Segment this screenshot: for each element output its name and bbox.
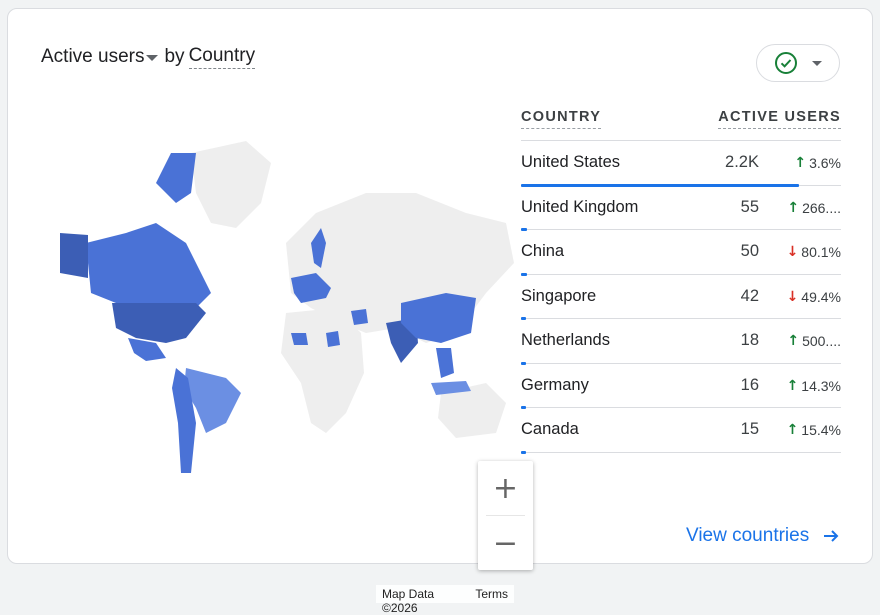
zoom-control: + − [478,461,533,570]
change-indicator: ↑ 3.6% [779,155,841,171]
arrow-down-icon: ↓ [786,244,799,260]
active-users-value: 42 [740,286,759,305]
active-users-value: 15 [740,420,759,438]
view-countries-link[interactable]: View countries [686,525,841,547]
share-bar [521,450,526,454]
table-row[interactable]: Singapore 42 ↓ 49.4% [521,275,841,320]
change-value: 266.... [802,199,841,216]
table-row[interactable]: United Kingdom 55 ↑ 266.... [521,186,841,231]
column-header-active-users[interactable]: ACTIVE USERS [718,109,841,129]
arrow-up-icon: ↑ [786,377,799,394]
change-indicator: ↑ 15.4% [779,422,841,438]
chevron-down-icon [812,60,822,66]
country-name: Netherlands [521,331,610,349]
by-label: by [164,46,185,67]
table-row[interactable]: Netherlands 18 ↑ 500.... [521,319,841,365]
table-row[interactable]: China 50 ↓ 80.1% [521,230,841,276]
country-name: United States [521,153,621,171]
zoom-in-button[interactable]: + [478,461,533,515]
country-southeast-asia [436,348,454,378]
active-users-by-country-card: Active users by Country + − Map Data ©20… [7,8,873,615]
status-dropdown-button[interactable] [756,44,840,82]
change-value: 80.1% [801,244,841,260]
country-name: Singapore [521,286,597,305]
zoom-out-button[interactable]: − [478,516,533,570]
country-united-states [112,303,206,343]
change-indicator: ↑ 266.... [779,200,841,216]
change-value: 15.4% [801,422,841,438]
country-alaska [60,233,88,278]
change-value: 14.3% [801,377,841,394]
arrow-up-icon: ↑ [787,199,800,216]
country-table: COUNTRY ACTIVE USERS United States 2.2K … [521,109,841,454]
country-canada-islands [156,153,196,203]
country-africa-east [326,331,340,347]
arrow-up-icon: ↑ [794,155,807,171]
arrow-down-icon: ↓ [786,288,799,305]
active-users-value: 55 [740,197,759,216]
change-value: 3.6% [809,155,841,171]
arrow-right-icon [824,530,839,542]
caret-down-icon [146,55,159,61]
view-countries-label: View countries [686,525,810,546]
change-indicator: ↓ 49.4% [779,289,841,305]
landmass-africa [281,308,364,433]
table-header: COUNTRY ACTIVE USERS [521,109,841,141]
landmass-greenland [191,141,271,228]
active-users-value: 50 [740,242,759,260]
card-title: Active users by Country [41,45,256,69]
table-row[interactable]: United States 2.2K ↑ 3.6% [521,141,841,187]
change-indicator: ↑ 500.... [779,333,841,349]
country-name: China [521,242,565,260]
check-circle-icon [775,52,797,74]
column-header-country[interactable]: COUNTRY [521,109,602,129]
change-indicator: ↑ 14.3% [779,378,841,394]
country-name: Canada [521,420,579,438]
world-map[interactable]: + − Map Data ©2026 Terms [46,133,533,615]
table-row[interactable]: Canada 15 ↑ 15.4% [521,408,841,454]
active-users-value: 18 [740,331,759,349]
country-name: Germany [521,375,589,394]
arrow-up-icon: ↑ [786,422,799,438]
metric-selector[interactable]: Active users [41,46,164,68]
arrow-up-icon: ↑ [787,333,800,349]
map-data-label: Map Data ©2026 [382,587,435,615]
country-canada [86,223,211,308]
terms-link[interactable]: Terms [475,587,508,601]
map-attribution: Map Data ©2026 Terms [376,585,514,615]
change-value: 49.4% [801,288,841,305]
metric-label: Active users [41,46,145,67]
active-users-value: 16 [740,375,759,394]
country-name: United Kingdom [521,197,639,216]
change-indicator: ↓ 80.1% [779,244,841,260]
country-middle-east [351,309,368,325]
world-map-svg [60,141,514,473]
change-value: 500.... [802,333,841,349]
table-row[interactable]: Germany 16 ↑ 14.3% [521,364,841,409]
dimension-label[interactable]: Country [188,45,256,69]
active-users-value: 2.2K [725,153,759,171]
